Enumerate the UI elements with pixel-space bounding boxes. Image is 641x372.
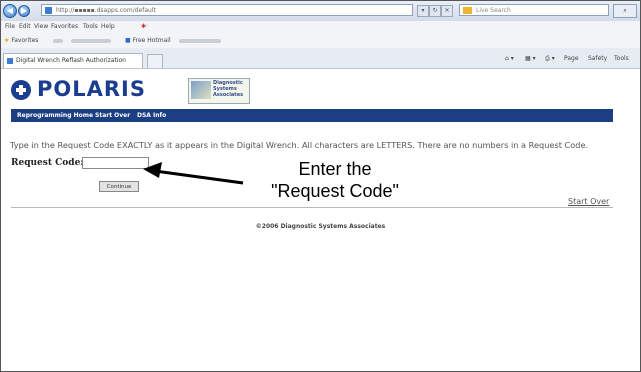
safety-menu[interactable]: Safety: [588, 55, 607, 62]
star-icon: ★: [4, 37, 10, 44]
polaris-cross-icon: [11, 80, 31, 100]
page-favicon-icon: [45, 7, 52, 14]
favorites-item-label: Free Hotmail: [132, 37, 171, 44]
menu-view[interactable]: View: [34, 23, 48, 30]
feeds-icon[interactable]: ▦ ▾: [525, 55, 536, 62]
page-menu[interactable]: Page: [564, 55, 579, 62]
tools-menu[interactable]: Tools: [614, 55, 629, 62]
nav-dsa-info[interactable]: DSA Info: [137, 112, 166, 119]
menu-tools[interactable]: Tools: [83, 23, 98, 30]
favorites-bar: ★ Favorites ■ Free Hotmail: [1, 34, 640, 49]
dsa-logo: Diagnostic Systems Associates: [188, 78, 250, 104]
favorites-button[interactable]: ★ Favorites: [4, 37, 38, 44]
back-icon[interactable]: ◀: [3, 4, 17, 18]
tab-row: Digital Wrench Reflash Authorization ⌂ ▾…: [1, 48, 640, 69]
print-icon[interactable]: ⎙ ▾: [545, 55, 555, 63]
forward-icon[interactable]: ▶: [18, 5, 30, 17]
tab-active[interactable]: Digital Wrench Reflash Authorization: [3, 53, 143, 68]
ie-menu-icon[interactable]: ✱·: [141, 23, 148, 30]
request-code-label: Request Code:: [11, 158, 84, 168]
tab-favicon-icon: [7, 58, 13, 64]
search-provider-icon: [463, 7, 472, 14]
favorites-item-blurred[interactable]: [53, 39, 63, 43]
copyright-text: ©2006 Diagnostic Systems Associates: [255, 223, 386, 230]
stop-icon[interactable]: ✕: [441, 5, 453, 17]
request-code-input[interactable]: [82, 157, 149, 169]
instruction-text: Type in the Request Code EXACTLY as it a…: [10, 140, 589, 150]
divider: [11, 207, 613, 208]
menu-bar: File Edit View Favorites Tools Help ✱·: [1, 21, 640, 34]
menu-favorites[interactable]: Favorites: [51, 23, 78, 30]
menu-edit[interactable]: Edit: [19, 23, 31, 30]
tab-title: Digital Wrench Reflash Authorization: [16, 57, 126, 64]
url-field[interactable]: http://▪▪▪▪▪.dsapps.com/default: [41, 4, 413, 16]
url-text: http://▪▪▪▪▪.dsapps.com/default: [56, 7, 156, 14]
favorites-label: Favorites: [11, 37, 39, 44]
callout-line-2: "Request Code": [271, 181, 399, 201]
dsa-logo-text: Diagnostic Systems Associates: [213, 80, 244, 98]
search-button[interactable]: ⌕: [613, 4, 637, 18]
new-tab-button[interactable]: [147, 54, 163, 68]
nav-reprogramming-home[interactable]: Reprogramming Home: [17, 112, 93, 119]
home-icon[interactable]: ⌂ ▾: [505, 55, 514, 62]
menu-help[interactable]: Help: [101, 23, 115, 30]
dsa-logo-image: [191, 81, 211, 99]
dropdown-icon[interactable]: ▾: [417, 5, 429, 17]
menu-file[interactable]: File: [5, 23, 15, 30]
callout-annotation: Enter the "Request Code": [250, 158, 420, 202]
search-input[interactable]: Live Search: [459, 4, 609, 16]
hotmail-icon: ■: [125, 37, 131, 44]
search-placeholder: Live Search: [476, 7, 511, 14]
start-over-link[interactable]: Start Over: [568, 197, 609, 206]
continue-button[interactable]: Continue: [99, 181, 139, 192]
favorites-item-blurred[interactable]: [179, 39, 221, 43]
favorites-item-blurred[interactable]: [71, 39, 111, 43]
site-nav-bar: Reprogramming Home Start Over DSA Info: [11, 109, 613, 122]
refresh-icon[interactable]: ↻: [429, 5, 441, 17]
nav-start-over[interactable]: Start Over: [95, 112, 130, 119]
polaris-wordmark: POLARIS: [37, 77, 146, 101]
favorites-item-hotmail[interactable]: ■ Free Hotmail: [125, 37, 171, 44]
callout-line-1: Enter the: [298, 159, 372, 179]
address-bar: ◀ ▶ http://▪▪▪▪▪.dsapps.com/default ▾ ↻ …: [1, 1, 640, 22]
